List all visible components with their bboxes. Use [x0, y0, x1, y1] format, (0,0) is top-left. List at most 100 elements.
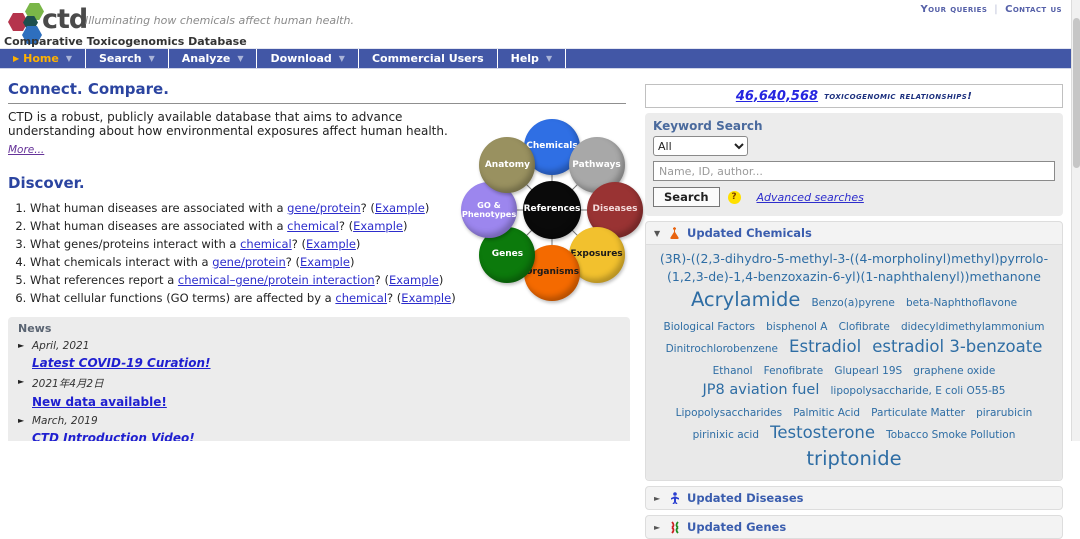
question-text: What references report a	[30, 273, 178, 287]
chemical-tag-link[interactable]: Glupearl 19S	[834, 364, 902, 379]
bullet-triangle-icon: ►	[18, 341, 25, 350]
question-topic-link[interactable]: gene/protein	[287, 201, 361, 215]
updated-genes-header[interactable]: ► Updated Genes	[646, 516, 1062, 538]
relationships-banner-text: toxicogenomic relationships!	[824, 90, 973, 102]
chemical-tag-link[interactable]: Ethanol	[713, 364, 753, 379]
keyword-search-label: Keyword Search	[653, 119, 763, 133]
nav-item-label: Commercial Users	[371, 52, 484, 65]
news-link[interactable]: CTD Introduction Video!	[32, 431, 195, 441]
nav-item-help[interactable]: Help ▼	[498, 49, 567, 68]
nav-item-label: Analyze	[181, 52, 231, 65]
diagram-node-references[interactable]: References	[523, 181, 581, 239]
chemical-tag-link[interactable]: Benzo(a)pyrene	[811, 296, 894, 311]
connect-heading: Connect. Compare.	[8, 80, 169, 98]
chemical-tag-link[interactable]: Biological Factors	[663, 320, 755, 335]
question-suffix: ?	[291, 237, 298, 251]
chemical-tag-link[interactable]: (3R)-((2,3-dihydro-5-methyl-3-((4-morpho…	[659, 250, 1049, 286]
example-parens: (Example)	[384, 273, 444, 287]
chevron-right-icon: ►	[654, 493, 661, 503]
example-link[interactable]: Example	[300, 255, 350, 269]
question-text: What human diseases are associated with …	[30, 219, 288, 233]
news-date: 2021年4月2日	[32, 378, 104, 390]
question-text: What chemicals interact with a	[30, 255, 213, 269]
chemical-tag-link[interactable]: Particulate Matter	[871, 406, 965, 421]
main-nav: ▶ Home ▼ Search ▼ Analyze ▼ Download ▼ Commercial…	[0, 48, 1080, 69]
chemical-tag-link[interactable]: bisphenol A	[766, 320, 827, 335]
question-topic-link[interactable]: chemical	[287, 219, 339, 233]
search-row: Search ? Advanced searches	[653, 187, 1055, 207]
chemical-tag-link[interactable]: lipopolysaccharide, E coli O55-B5	[830, 384, 1005, 399]
news-link[interactable]: New data available!	[32, 395, 167, 409]
nav-item-home[interactable]: ▶ Home ▼	[0, 49, 86, 68]
chemical-tag-link[interactable]: Acrylamide	[691, 286, 800, 314]
example-parens: (Example)	[396, 291, 456, 305]
chemical-tag-link[interactable]: Lipopolysaccharides	[676, 406, 782, 421]
example-link[interactable]: Example	[389, 273, 439, 287]
updated-chemicals-header[interactable]: ▼ Updated Chemicals	[646, 222, 1062, 244]
chemical-tag-link[interactable]: pirarubicin	[976, 406, 1032, 421]
chemical-tag-link[interactable]: JP8 aviation fuel	[703, 380, 820, 401]
site-subtitle: Comparative Toxicogenomics Database	[4, 35, 247, 48]
page-scrollbar[interactable]	[1071, 0, 1080, 441]
example-link[interactable]: Example	[401, 291, 451, 305]
search-input[interactable]	[653, 161, 1055, 181]
news-item: ► April, 2021 Latest COVID-19 Curation!	[18, 340, 620, 371]
chemical-tag-link[interactable]: Estradiol	[789, 335, 861, 359]
chemical-tag-link[interactable]: estradiol 3-benzoate	[872, 335, 1042, 359]
discover-question: What human diseases are associated with …	[30, 201, 485, 216]
chemical-tag-link[interactable]: Clofibrate	[839, 320, 890, 335]
chemical-tag-link[interactable]: Testosterone	[770, 421, 875, 445]
more-link[interactable]: More...	[8, 144, 44, 156]
chevron-down-icon: ▼	[654, 228, 661, 238]
chemical-tag-link[interactable]: pirinixic acid	[693, 428, 759, 443]
question-suffix: ?	[360, 201, 367, 215]
nav-item-commercial-users[interactable]: Commercial Users	[359, 49, 498, 68]
question-topic-link[interactable]: chemical–gene/protein interaction	[178, 273, 375, 287]
example-link[interactable]: Example	[353, 219, 403, 233]
updated-diseases-header[interactable]: ► Updated Diseases	[646, 487, 1062, 509]
question-topic-link[interactable]: chemical	[335, 291, 387, 305]
question-text: What human diseases are associated with …	[30, 201, 288, 215]
sidebar: 46,640,568 toxicogenomic relationships! …	[645, 84, 1063, 539]
discover-question: What genes/proteins interact with a chem…	[30, 237, 485, 252]
example-link[interactable]: Example	[306, 237, 356, 251]
chevron-down-icon: ▼	[545, 54, 553, 63]
help-icon[interactable]: ?	[727, 190, 741, 204]
advanced-searches-link[interactable]: Advanced searches	[757, 191, 864, 204]
updated-genes-title: Updated Genes	[687, 520, 787, 535]
ctd-data-diagram: Chemicals Pathways Diseases Exposures Organi…	[455, 110, 645, 306]
nav-item-search[interactable]: Search ▼	[86, 49, 169, 68]
chemical-tag-link[interactable]: didecyldimethylammonium	[901, 320, 1045, 335]
bullet-triangle-icon: ►	[18, 416, 25, 425]
chemical-tag-link[interactable]: Tobacco Smoke Pollution	[886, 428, 1015, 443]
chemical-tag-link[interactable]: Palmitic Acid	[793, 406, 860, 421]
news-link[interactable]: Latest COVID-19 Curation!	[32, 356, 211, 370]
discover-question: What cellular functions (GO terms) are a…	[30, 291, 485, 306]
example-link[interactable]: Example	[375, 201, 425, 215]
logo-text[interactable]: ctd	[42, 4, 88, 35]
chemical-tag-link[interactable]: Fenofibrate	[764, 364, 824, 379]
nav-item-analyze[interactable]: Analyze ▼	[169, 49, 258, 68]
chemical-tag-link[interactable]: Dinitrochlorobenzene	[666, 342, 778, 357]
example-parens: (Example)	[295, 255, 355, 269]
search-category-select[interactable]: All	[653, 136, 748, 156]
chemical-tag-link[interactable]: triptonide	[806, 445, 901, 473]
contact-us-link[interactable]: Contact us	[1005, 4, 1062, 15]
question-suffix: ?	[387, 291, 394, 305]
nav-item-download[interactable]: Download ▼	[257, 49, 359, 68]
scrollbar-thumb[interactable]	[1073, 18, 1080, 168]
question-topic-link[interactable]: chemical	[240, 237, 292, 251]
chemical-tag-link[interactable]: graphene oxide	[913, 364, 995, 379]
bullet-triangle-icon: ►	[18, 377, 25, 386]
flask-icon	[668, 226, 681, 240]
question-topic-link[interactable]: gene/protein	[212, 255, 286, 269]
top-utility-links: Your queries | Contact us	[921, 4, 1063, 15]
news-panel: News ► April, 2021 Latest COVID-19 Curatio…	[8, 317, 630, 441]
relationships-count-link[interactable]: 46,640,568	[736, 89, 818, 104]
nav-item-label: Search	[99, 52, 142, 65]
search-button[interactable]: Search	[653, 187, 720, 207]
chevron-down-icon: ▼	[237, 54, 244, 63]
chemical-tag-link[interactable]: beta-Naphthoflavone	[906, 296, 1017, 311]
your-queries-link[interactable]: Your queries	[921, 4, 988, 15]
discover-question: What chemicals interact with a gene/prot…	[30, 255, 485, 270]
